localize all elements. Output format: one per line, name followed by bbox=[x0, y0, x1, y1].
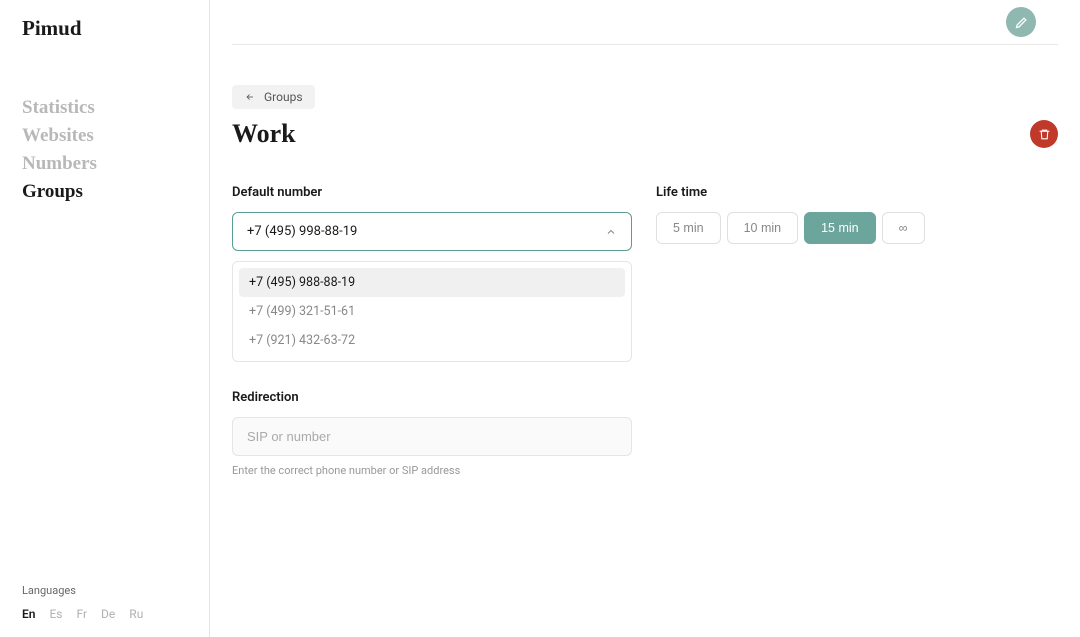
lifetime-5min[interactable]: 5 min bbox=[656, 212, 721, 244]
language-switcher: Languages En Es Fr De Ru bbox=[22, 584, 187, 621]
lifetime-15min[interactable]: 15 min bbox=[804, 212, 876, 244]
brand-logo: Pimud bbox=[22, 16, 187, 41]
main-nav: Statistics Websites Numbers Groups bbox=[22, 97, 187, 584]
sidebar: Pimud Statistics Websites Numbers Groups… bbox=[0, 0, 210, 637]
main-area: Groups Work Default number +7 (495) 998-… bbox=[210, 0, 1080, 637]
sidebar-item-groups[interactable]: Groups bbox=[22, 181, 187, 203]
delete-button[interactable] bbox=[1030, 120, 1058, 148]
lifetime-options: 5 min 10 min 15 min ∞ bbox=[656, 212, 1058, 244]
sidebar-item-websites[interactable]: Websites bbox=[22, 125, 187, 147]
default-number-select[interactable]: +7 (495) 998-88-19 bbox=[232, 212, 632, 251]
dropdown-option-1[interactable]: +7 (499) 321-51-61 bbox=[239, 297, 625, 326]
default-number-label: Default number bbox=[232, 185, 632, 200]
breadcrumb-label: Groups bbox=[264, 90, 303, 104]
dropdown-option-0[interactable]: +7 (495) 988-88-19 bbox=[239, 268, 625, 297]
sidebar-item-statistics[interactable]: Statistics bbox=[22, 97, 187, 119]
sidebar-item-numbers[interactable]: Numbers bbox=[22, 153, 187, 175]
page-content: Groups Work Default number +7 (495) 998-… bbox=[210, 45, 1080, 637]
topbar bbox=[232, 0, 1058, 45]
trash-icon bbox=[1038, 128, 1051, 141]
arrow-left-icon bbox=[244, 92, 256, 102]
lifetime-label: Life time bbox=[656, 185, 1058, 200]
dropdown-option-2[interactable]: +7 (921) 432-63-72 bbox=[239, 326, 625, 355]
user-avatar[interactable] bbox=[1006, 7, 1036, 37]
redirection-input[interactable] bbox=[232, 417, 632, 456]
default-number-value: +7 (495) 998-88-19 bbox=[247, 224, 357, 239]
lifetime-infinity[interactable]: ∞ bbox=[882, 212, 925, 244]
default-number-dropdown: +7 (495) 988-88-19 +7 (499) 321-51-61 +7… bbox=[232, 261, 632, 362]
lang-fr[interactable]: Fr bbox=[77, 607, 88, 621]
lang-es[interactable]: Es bbox=[49, 607, 62, 621]
lifetime-10min[interactable]: 10 min bbox=[727, 212, 799, 244]
lang-ru[interactable]: Ru bbox=[129, 607, 143, 621]
chevron-up-icon bbox=[605, 226, 617, 238]
lang-de[interactable]: De bbox=[101, 607, 115, 621]
redirection-label: Redirection bbox=[232, 390, 632, 405]
lang-en[interactable]: En bbox=[22, 607, 35, 621]
breadcrumb-back[interactable]: Groups bbox=[232, 85, 315, 109]
pencil-icon bbox=[1014, 15, 1029, 30]
redirection-hint: Enter the correct phone number or SIP ad… bbox=[232, 464, 632, 477]
languages-heading: Languages bbox=[22, 584, 187, 597]
page-title: Work bbox=[232, 119, 296, 149]
